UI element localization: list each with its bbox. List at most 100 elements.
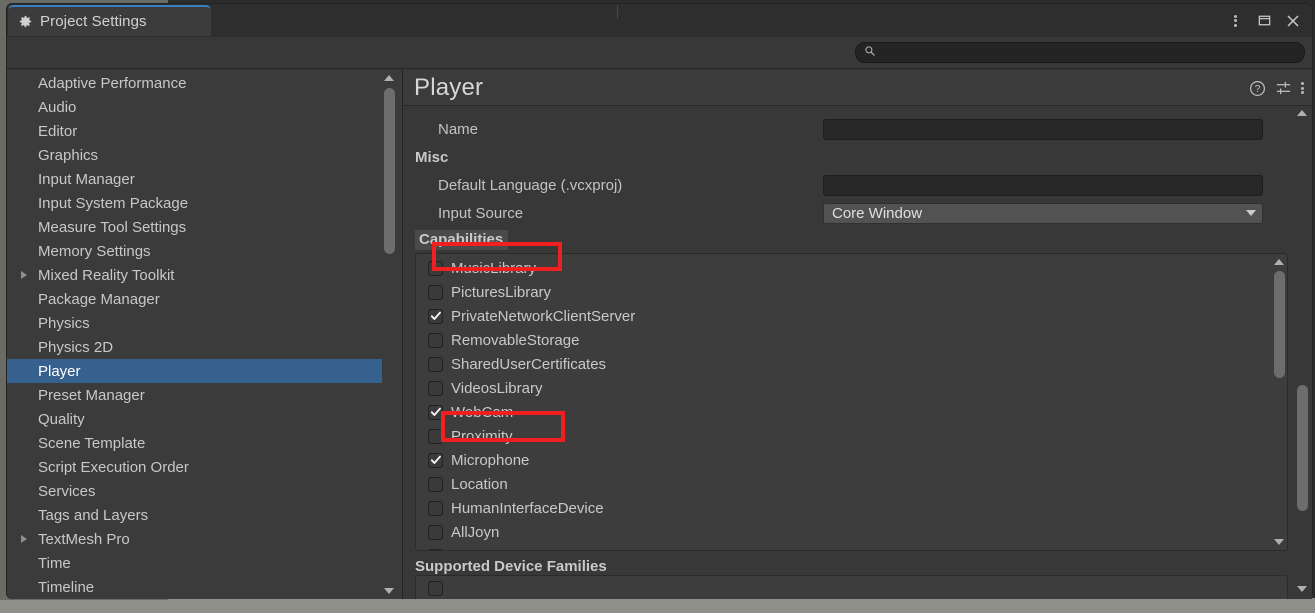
sidebar-item-physics-2d[interactable]: Physics 2D [7, 335, 386, 359]
capability-humaninterfacedevice[interactable]: HumanInterfaceDevice [416, 496, 1221, 520]
sidebar-item-measure-tool-settings[interactable]: Measure Tool Settings [7, 215, 386, 239]
capabilities-scrollbar[interactable] [1272, 255, 1286, 549]
sidebar-item-label: Quality [38, 410, 85, 428]
sidebar-item-label: Script Execution Order [38, 458, 189, 476]
sidebar-item-tags-and-layers[interactable]: Tags and Layers [7, 503, 386, 527]
capability-blockedchatmessages[interactable]: BlockedChatMessages [416, 544, 1221, 550]
field-label: Name [438, 120, 479, 138]
tab-project-settings[interactable]: Project Settings [8, 5, 211, 36]
kebab-menu-icon[interactable] [1222, 8, 1248, 34]
field-row-input-source: Input Source Core Window [403, 199, 1312, 227]
sidebar-item-graphics[interactable]: Graphics [7, 143, 386, 167]
search-box[interactable] [855, 42, 1305, 63]
sidebar-item-label: Time [38, 554, 71, 572]
panel-scrollbar[interactable] [1295, 107, 1309, 597]
checkbox-unchecked[interactable] [428, 332, 443, 348]
capabilities-scrollbar-thumb[interactable] [1274, 271, 1285, 378]
capability-removablestorage[interactable]: RemovableStorage [416, 328, 1221, 352]
checkbox-checked[interactable] [428, 308, 443, 324]
sidebar-item-textmesh-pro[interactable]: TextMesh Pro [7, 527, 386, 551]
checkbox-unchecked[interactable] [428, 500, 443, 516]
capabilities-scroll-up-arrow-icon[interactable] [1274, 256, 1284, 268]
sidebar-item-input-manager[interactable]: Input Manager [7, 167, 386, 191]
input-source-dropdown[interactable]: Core Window [823, 202, 1263, 224]
scroll-up-arrow-icon[interactable] [384, 72, 394, 84]
capability-webcam[interactable]: WebCam [416, 400, 1221, 424]
capability-musiclibrary[interactable]: MusicLibrary [416, 256, 1221, 280]
supported-device-families-box [415, 575, 1288, 599]
capability-pictureslibrary[interactable]: PicturesLibrary [416, 280, 1221, 304]
panel-scroll-down-arrow-icon[interactable] [1297, 583, 1307, 595]
capability-privatenetworkclientserver[interactable]: PrivateNetworkClientServer [416, 304, 1221, 328]
device-family-checkbox[interactable] [428, 581, 443, 596]
capability-microphone[interactable]: Microphone [416, 448, 1221, 472]
sidebar-item-player[interactable]: Player [7, 359, 386, 383]
sidebar-scrollbar-thumb[interactable] [384, 88, 395, 254]
sidebar-item-label: Memory Settings [38, 242, 151, 260]
capabilities-scroll-down-arrow-icon[interactable] [1274, 536, 1284, 548]
sidebar-item-memory-settings[interactable]: Memory Settings [7, 239, 386, 263]
sidebar-item-adaptive-performance[interactable]: Adaptive Performance [7, 71, 386, 95]
checkbox-unchecked[interactable] [428, 428, 443, 444]
checkbox-checked[interactable] [428, 404, 443, 420]
capability-sharedusercertificates[interactable]: SharedUserCertificates [416, 352, 1221, 376]
sidebar-item-label: Input System Package [38, 194, 189, 212]
section-title-supported-device-families: Supported Device Families [415, 558, 607, 575]
sidebar-item-label: Timeline [38, 578, 95, 596]
sidebar-item-time[interactable]: Time [7, 551, 386, 575]
search-input[interactable] [881, 45, 1291, 60]
sidebar-item-timeline[interactable]: Timeline [7, 575, 386, 599]
scroll-down-arrow-icon[interactable] [384, 585, 394, 597]
sidebar-item-physics[interactable]: Physics [7, 311, 386, 335]
capability-label: HumanInterfaceDevice [451, 499, 604, 517]
maximize-icon[interactable] [1251, 8, 1277, 34]
checkbox-unchecked[interactable] [428, 356, 443, 372]
panel-scrollbar-thumb[interactable] [1297, 385, 1308, 511]
toolbar [7, 37, 1312, 69]
capability-videoslibrary[interactable]: VideosLibrary [416, 376, 1221, 400]
sidebar-scrollbar[interactable] [382, 70, 396, 599]
capability-label: AllJoyn [451, 523, 500, 541]
checkbox-unchecked[interactable] [428, 260, 443, 276]
tabstrip-divider [617, 5, 618, 19]
help-icon[interactable]: ? [1249, 80, 1266, 97]
sidebar-item-quality[interactable]: Quality [7, 407, 386, 431]
input-source-value: Core Window [832, 204, 923, 222]
sidebar-item-input-system-package[interactable]: Input System Package [7, 191, 386, 215]
close-icon[interactable] [1280, 8, 1306, 34]
capability-proximity[interactable]: Proximity [416, 424, 1221, 448]
capabilities-title: Capabilities [415, 230, 509, 250]
sidebar-item-package-manager[interactable]: Package Manager [7, 287, 386, 311]
capability-label: PrivateNetworkClientServer [451, 307, 636, 325]
sidebar-item-scene-template[interactable]: Scene Template [7, 431, 386, 455]
name-input[interactable] [823, 118, 1263, 140]
chevron-right-icon[interactable] [21, 535, 34, 543]
sidebar-item-label: Input Manager [38, 170, 135, 188]
sidebar-item-script-execution-order[interactable]: Script Execution Order [7, 455, 386, 479]
preset-settings-icon[interactable] [1275, 80, 1292, 97]
checkbox-unchecked[interactable] [428, 284, 443, 300]
project-settings-window: Project Settings Adaptive Performance Au… [6, 3, 1313, 599]
sidebar-item-mixed-reality-toolkit[interactable]: Mixed Reality Toolkit [7, 263, 386, 287]
sidebar-item-preset-manager[interactable]: Preset Manager [7, 383, 386, 407]
gear-icon [18, 14, 33, 29]
sidebar-item-audio[interactable]: Audio [7, 95, 386, 119]
checkbox-unchecked[interactable] [428, 380, 443, 396]
sidebar-item-editor[interactable]: Editor [7, 119, 386, 143]
panel-kebab-menu-icon[interactable] [1301, 81, 1304, 96]
capability-location[interactable]: Location [416, 472, 1221, 496]
sidebar-list: Adaptive Performance Audio Editor Graphics I… [7, 71, 386, 599]
checkbox-unchecked[interactable] [428, 524, 443, 540]
chevron-right-icon[interactable] [21, 271, 34, 279]
checkbox-checked[interactable] [428, 452, 443, 468]
sidebar-item-label: Physics 2D [38, 338, 114, 356]
checkbox-unchecked[interactable] [428, 476, 443, 492]
sidebar-item-services[interactable]: Services [7, 479, 386, 503]
checkbox-unchecked[interactable] [428, 548, 443, 550]
sidebar-item-label: Physics [38, 314, 90, 332]
capability-alljoyn[interactable]: AllJoyn [416, 520, 1221, 544]
default-language-input[interactable] [823, 174, 1263, 196]
capabilities-list: MusicLibrary PicturesLibrary PrivateNetwor… [416, 256, 1221, 550]
panel-scroll-up-arrow-icon[interactable] [1297, 107, 1307, 119]
sidebar-item-label: Scene Template [38, 434, 146, 452]
